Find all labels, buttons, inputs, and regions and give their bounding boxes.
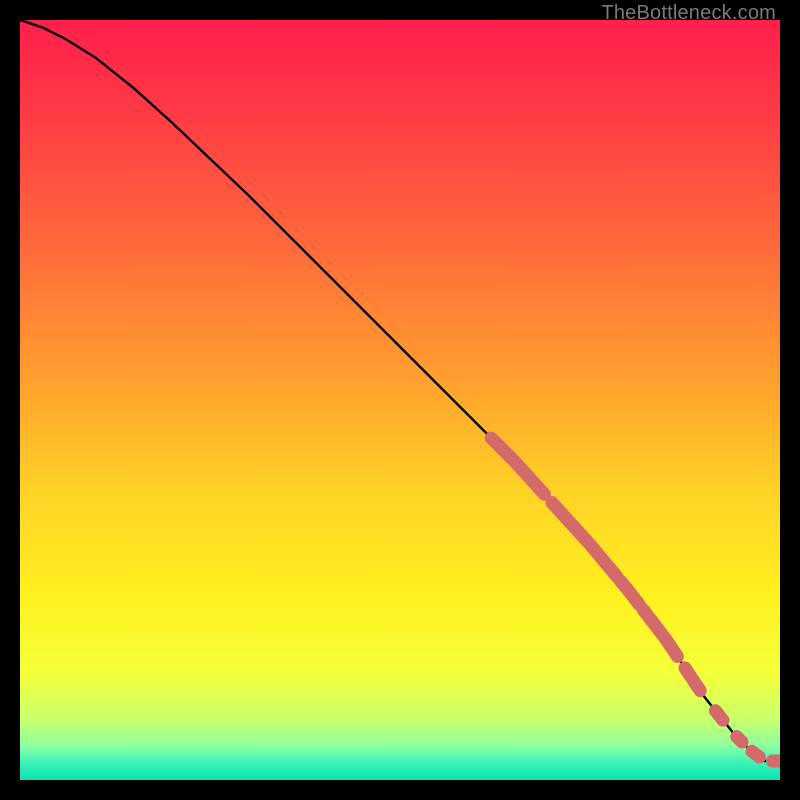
gradient-background <box>20 20 780 780</box>
bead-segment <box>737 737 742 742</box>
bottleneck-chart <box>20 20 780 780</box>
bead-segment <box>715 711 723 721</box>
chart-frame <box>20 20 780 780</box>
bead-segment <box>752 751 760 757</box>
